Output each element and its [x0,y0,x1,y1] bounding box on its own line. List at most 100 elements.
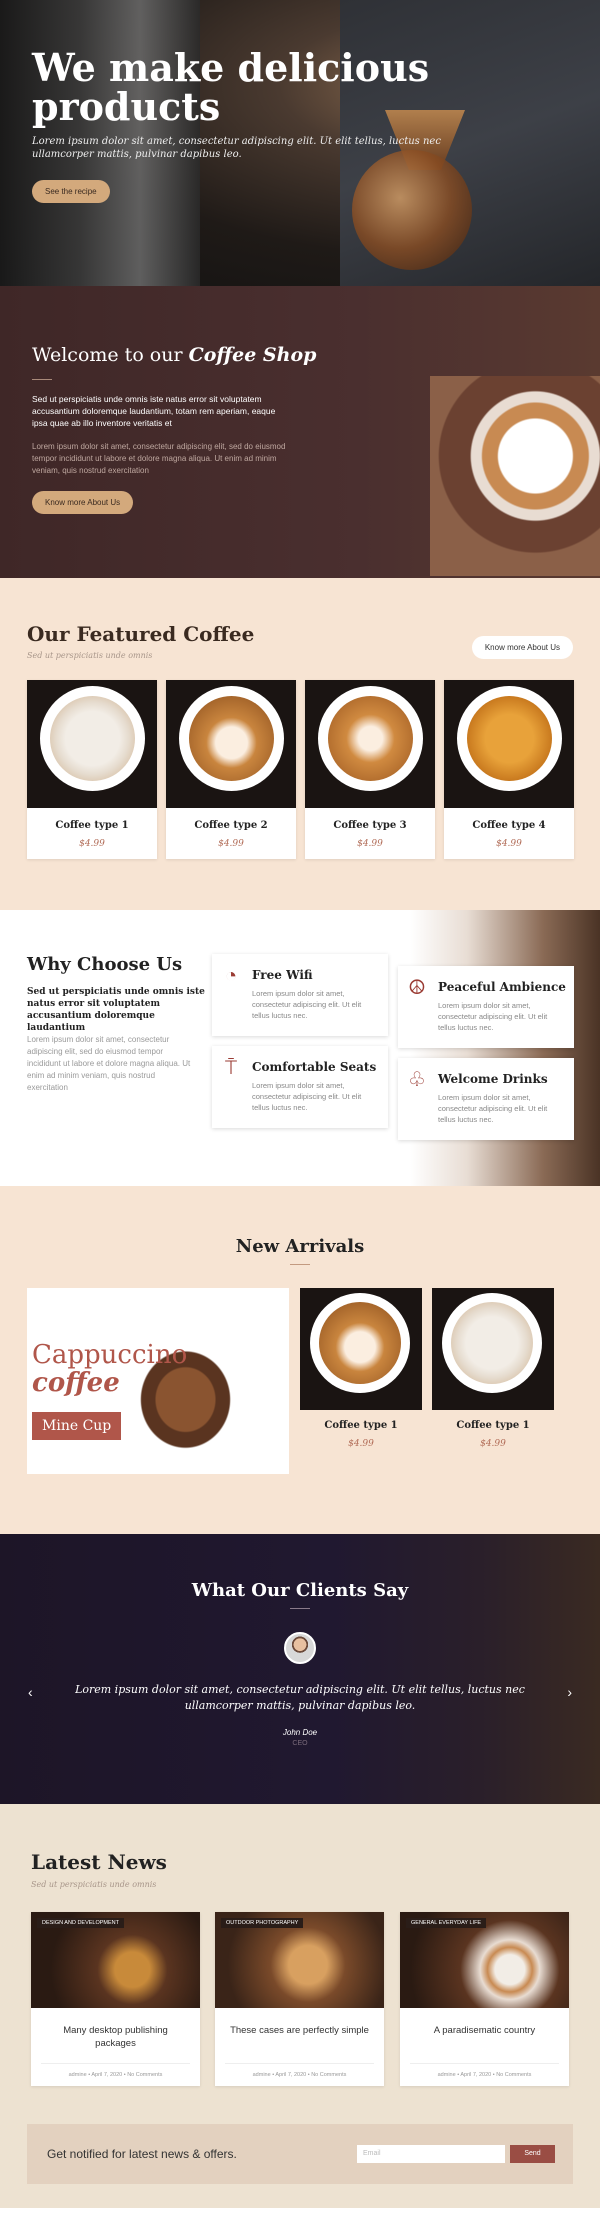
news-meta: admine • April 7, 2020 • No Comments [68,2072,163,2078]
product-image [432,1288,554,1410]
why-body: Lorem ipsum dolor sit amet, consectetur … [27,1035,191,1092]
testimonial-role: CEO [292,1740,308,1747]
feature-title: Welcome Drinks [438,1072,548,1086]
testimonial-quote: Lorem ipsum dolor sit amet, consectetur … [75,1683,525,1712]
news-tag[interactable]: DESIGN AND DEVELOPMENT [37,1918,125,1928]
feature-text: Lorem ipsum dolor sit amet, consectetur … [252,989,362,1020]
featured-cards: Coffee type 1 $4.99 Coffee type 2 $4.99 … [27,680,574,859]
why-lead: Sed ut perspiciatis unde omnis iste natu… [27,987,205,1033]
product-image [300,1288,422,1410]
latte-cup-image [430,376,600,576]
product-card[interactable]: Coffee type 3 $4.99 [305,680,435,859]
divider [41,2063,190,2064]
news-tag[interactable]: GENERAL EVERYDAY LIFE [406,1918,487,1928]
chevron-right-icon[interactable]: › [567,1684,572,1700]
product-image [27,680,157,808]
arrivals-title: New Arrivals [235,1236,365,1257]
featured-subtitle: Sed ut perspiciatis unde omnis [27,651,153,660]
feature-text: Lorem ipsum dolor sit amet, consectetur … [252,1081,362,1112]
cafe-background-image [410,910,600,1186]
feature-title: Free Wifi [252,968,313,982]
welcome-lead: Sed ut perspiciatis unde omnis iste natu… [32,394,276,428]
product-image [166,680,296,808]
featured-know-more-button[interactable]: Know more About Us [471,636,573,659]
feature-text: Lorem ipsum dolor sit amet, consectetur … [438,1093,548,1124]
arrival-feature-title: Cappuccino coffee [32,1341,187,1397]
welcome-body: Lorem ipsum dolor sit amet, consectetur … [32,442,286,475]
news-image: OUTDOOR PHOTOGRAPHY [215,1912,384,2008]
know-more-button[interactable]: Know more About Us [32,491,134,514]
testimonial-name: John Doe [282,1728,318,1737]
divider [410,2063,559,2064]
feature-card-ambience: ☮ Peaceful Ambience Lorem ipsum dolor si… [398,966,574,1048]
chair-icon: ⍑ [225,1057,237,1079]
product-name: Coffee type 1 [456,1420,530,1431]
product-card[interactable]: Coffee type 4 $4.99 [444,680,574,859]
product-price: $4.99 [218,839,244,849]
product-image [444,680,574,808]
feature-card-drinks: ♧ Welcome Drinks Lorem ipsum dolor sit a… [398,1058,574,1140]
testimonials-title: What Our Clients Say [191,1580,409,1601]
product-card[interactable]: Coffee type 1 $4.99 [27,680,157,859]
news-meta: admine • April 7, 2020 • No Comments [437,2072,532,2078]
news-card[interactable]: DESIGN AND DEVELOPMENT Many desktop publ… [31,1912,200,2086]
feature-text: Lorem ipsum dolor sit amet, consectetur … [438,1001,548,1032]
welcome-title-prefix: Welcome to our [32,344,183,366]
product-price: $4.99 [357,839,383,849]
welcome-title-emph: Coffee Shop [188,344,317,366]
product-name: Coffee type 3 [333,820,407,831]
news-subtitle: Sed ut perspiciatis unde omnis [31,1880,157,1889]
chevron-left-icon[interactable]: ‹ [28,1684,33,1700]
wifi-icon: ◔ [224,965,238,987]
welcome-section: Welcome to our Coffee Shop Sed ut perspi… [0,286,600,578]
divider [290,1264,310,1265]
arrival-card[interactable]: Coffee type 1 $4.99 [300,1288,422,1449]
newsletter-bar: Get notified for latest news & offers. E… [27,2124,573,2184]
why-choose-us-section: Why Choose Us Sed ut perspiciatis unde o… [0,910,600,1186]
hero-title: We make delicious products [32,48,429,126]
product-price: $4.99 [348,1439,374,1449]
feature-card-seats: ⍑ Comfortable Seats Lorem ipsum dolor si… [212,1046,388,1128]
news-card-title[interactable]: These cases are perfectly simple [229,2024,370,2037]
news-card[interactable]: OUTDOOR PHOTOGRAPHY These cases are perf… [215,1912,384,2086]
arrival-card[interactable]: Coffee type 1 $4.99 [432,1288,554,1449]
testimonials-section: What Our Clients Say ‹ › Lorem ipsum dol… [0,1534,600,1804]
product-price: $4.99 [480,1439,506,1449]
news-tag[interactable]: OUTDOOR PHOTOGRAPHY [221,1918,304,1928]
send-button[interactable]: Send [510,2145,555,2163]
hero-text: Lorem ipsum dolor sit amet, consectetur … [32,136,441,160]
divider [32,379,52,380]
product-image [305,680,435,808]
welcome-title: Welcome to our Coffee Shop [32,344,316,366]
news-card-title[interactable]: Many desktop publishing packages [45,2024,186,2050]
product-card[interactable]: Coffee type 2 $4.99 [166,680,296,859]
feature-title: Peaceful Ambience [438,980,566,994]
featured-title: Our Featured Coffee [27,622,255,646]
glasses-icon: ♧ [408,1069,426,1091]
hero-section: We make delicious products Lorem ipsum do… [0,0,600,286]
arrival-feature-line1: Cappuccino [32,1340,188,1370]
mine-cup-button[interactable]: Mine Cup [32,1412,122,1440]
kettle-image [352,150,472,270]
see-recipe-button[interactable]: See the recipe [32,180,110,203]
peace-icon: ☮ [408,977,426,999]
product-name: Coffee type 2 [194,820,268,831]
product-name: Coffee type 1 [324,1420,398,1431]
product-name: Coffee type 1 [55,820,129,831]
news-card[interactable]: GENERAL EVERYDAY LIFE A paradisematic co… [400,1912,569,2086]
featured-section: Our Featured Coffee Sed ut perspiciatis … [0,578,600,910]
product-price: $4.99 [79,839,105,849]
email-input[interactable]: Email [357,2145,505,2163]
new-arrivals-section: New Arrivals Cappuccino coffee Mine Cup C… [0,1186,600,1534]
hero-title-line2: products [32,84,221,129]
news-title: Latest News [31,1850,167,1874]
divider [225,2063,374,2064]
news-image: DESIGN AND DEVELOPMENT [31,1912,200,2008]
arrival-feature-line2: coffee [32,1368,120,1398]
avatar [284,1632,316,1664]
newsletter-text: Get notified for latest news & offers. [47,2147,237,2161]
divider [290,1608,310,1609]
latest-news-section: Latest News Sed ut perspiciatis unde omn… [0,1804,600,2208]
feature-title: Comfortable Seats [252,1060,377,1074]
news-card-title[interactable]: A paradisematic country [414,2024,555,2037]
